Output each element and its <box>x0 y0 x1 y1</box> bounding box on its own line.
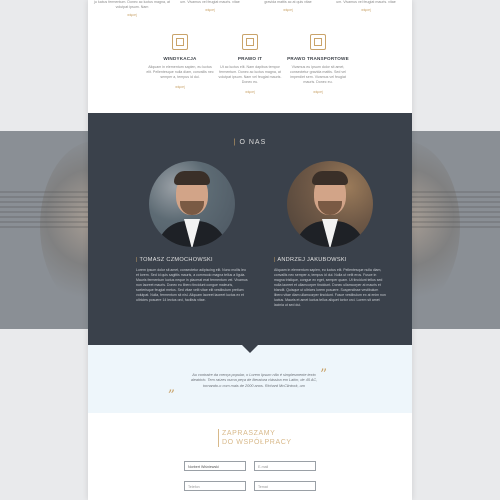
document-icon <box>172 34 188 50</box>
top-service-more-link[interactable]: więcej <box>248 8 328 13</box>
top-services-row: ju luctus fermentum. Donec ac luctus mag… <box>88 0 412 20</box>
person-card: | ANDRZEJ JAKUBOWSKI Aliquam in elementu… <box>274 161 386 308</box>
person-bio: Lorem ipsum dolor sit amet, consectetur … <box>136 268 248 302</box>
top-service-text: um. Vivamus vel feugiat mauris. vitae <box>336 0 396 4</box>
contact-heading-line2: DO WSPÓŁPRACY <box>222 439 292 446</box>
service-description: Aliquam in elementum sapien, eu luctus e… <box>146 65 214 79</box>
person-name: | ANDRZEJ JAKUBOWSKI <box>274 257 386 263</box>
quote-open-mark: „ <box>168 379 176 395</box>
top-service-col: um. Vivamus vel feugiat mauris. vitae wi… <box>170 0 250 13</box>
person-name-text: TOMASZ CZMOCHOWSKI <box>139 257 213 263</box>
service-title: WINDYKACJA <box>163 56 197 61</box>
top-service-text: um. Vivamus vel feugiat mauris. vitae <box>180 0 240 4</box>
top-service-text: ju luctus fermentum. Donec ac luctus mag… <box>94 0 170 9</box>
contact-section: ZAPRASZAMY DO WSPÓŁPRACY Norbert Wiśniew… <box>88 413 412 500</box>
top-service-col: um. Vivamus vel feugiat mauris. vitae wi… <box>326 0 406 13</box>
service-more-link[interactable]: więcej <box>140 85 220 89</box>
computer-document-icon <box>242 34 258 50</box>
service-description: Vivamus eu ipsum dolor sit amet, consect… <box>290 65 346 84</box>
service-prawo-transportowe: PRAWO TRANSPORTOWE Vivamus eu ipsum dolo… <box>278 34 358 94</box>
subject-field[interactable]: Temat <box>254 481 316 491</box>
email-field[interactable]: E-mail <box>254 461 316 471</box>
section-pointer-top <box>242 113 258 121</box>
person-card: | TOMASZ CZMOCHOWSKI Lorem ipsum dolor s… <box>136 161 248 303</box>
service-more-link[interactable]: więcej <box>278 90 358 94</box>
services-row: WINDYKACJA Aliquam in elementum sapien, … <box>88 34 412 98</box>
service-windykacja: WINDYKACJA Aliquam in elementum sapien, … <box>140 34 220 89</box>
about-heading: | O NAS <box>88 139 412 146</box>
quote-close-mark: ” <box>320 367 328 383</box>
top-service-more-link[interactable]: więcej <box>326 8 406 13</box>
person-bio: Aliquam in elementum sapien, eu luctus e… <box>274 268 386 307</box>
top-service-col: ju luctus fermentum. Donec ac luctus mag… <box>92 0 172 18</box>
truck-icon <box>310 34 326 50</box>
phone-field[interactable]: Telefon <box>184 481 246 491</box>
top-service-more-link[interactable]: więcej <box>92 13 172 18</box>
service-title: PRAWO TRANSPORTOWE <box>287 56 349 61</box>
name-field[interactable]: Norbert Wiśniewski <box>184 461 246 471</box>
avatar <box>149 161 235 247</box>
avatar-hair <box>174 171 210 185</box>
top-service-text: gravida mattis ac at quis vitae <box>264 0 312 4</box>
avatar <box>287 161 373 247</box>
person-name-text: ANDRZEJ JAKUBOWSKI <box>277 257 347 263</box>
top-service-more-link[interactable]: więcej <box>170 8 250 13</box>
about-section: | O NAS | TOMASZ CZMOCHOWSKI Lorem ipsum… <box>88 113 412 345</box>
quote-text: Au contraire da crença popular, o Lorem … <box>190 373 318 388</box>
avatar-hair <box>312 171 348 185</box>
about-heading-text: O NAS <box>239 139 267 146</box>
contact-heading: ZAPRASZAMY DO WSPÓŁPRACY <box>218 429 292 447</box>
section-pointer-bottom <box>242 345 258 353</box>
person-name: | TOMASZ CZMOCHOWSKI <box>136 257 248 263</box>
page-mockup: ju luctus fermentum. Donec ac luctus mag… <box>88 0 412 500</box>
top-service-col: gravida mattis ac at quis vitae więcej <box>248 0 328 13</box>
quote-section: „ Au contraire da crença popular, o Lore… <box>88 345 412 413</box>
contact-heading-line1: ZAPRASZAMY <box>222 430 276 437</box>
